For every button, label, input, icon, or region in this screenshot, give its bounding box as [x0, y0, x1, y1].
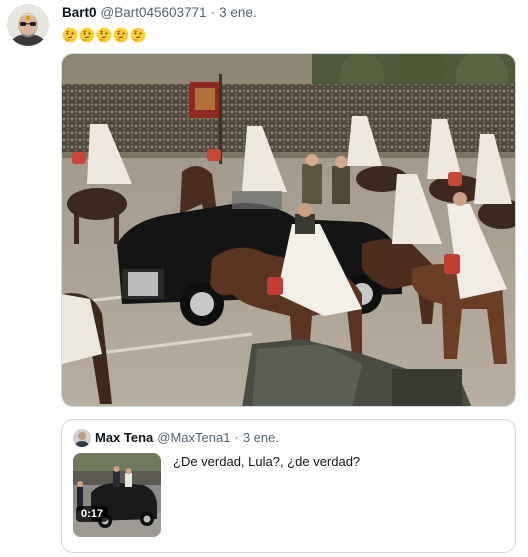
thinking-face-icon [113, 27, 129, 43]
quoted-author-name[interactable]: Max Tena [95, 430, 153, 445]
video-thumbnail-image [73, 453, 161, 537]
video-duration: 0:17 [76, 506, 109, 522]
thinking-face-icon [79, 27, 95, 43]
tweet-header: Bart0 @Bart045603771 · 3 ene. [62, 5, 257, 23]
quoted-author-avatar[interactable] [73, 429, 91, 447]
parade-photo [62, 54, 515, 406]
tweet-text [62, 27, 146, 43]
separator-dot: · [210, 5, 216, 20]
quoted-tweet[interactable]: Max Tena @MaxTena1 · 3 ene. 0:17 ¿De ver… [61, 419, 516, 553]
quoted-author-handle[interactable]: @MaxTena1 [157, 430, 230, 445]
author-handle[interactable]: @Bart045603771 [101, 5, 207, 20]
video-thumbnail[interactable] [73, 453, 161, 537]
separator-dot: · [234, 430, 239, 445]
thinking-face-icon [130, 27, 146, 43]
quoted-tweet-header: Max Tena @MaxTena1 · 3 ene. [95, 430, 279, 445]
author-name[interactable]: Bart0 [62, 5, 97, 20]
tweet[interactable]: Bart0 @Bart045603771 · 3 ene. Max Tena @… [0, 0, 528, 557]
thinking-face-icon [96, 27, 112, 43]
quoted-tweet-text: ¿De verdad, Lula?, ¿de verdad? [173, 454, 361, 469]
quoted-tweet-date[interactable]: 3 ene. [243, 430, 279, 445]
tweet-photo[interactable] [61, 53, 516, 407]
author-avatar[interactable] [7, 4, 49, 46]
tweet-date[interactable]: 3 ene. [219, 5, 257, 20]
thinking-face-icon [62, 27, 78, 43]
